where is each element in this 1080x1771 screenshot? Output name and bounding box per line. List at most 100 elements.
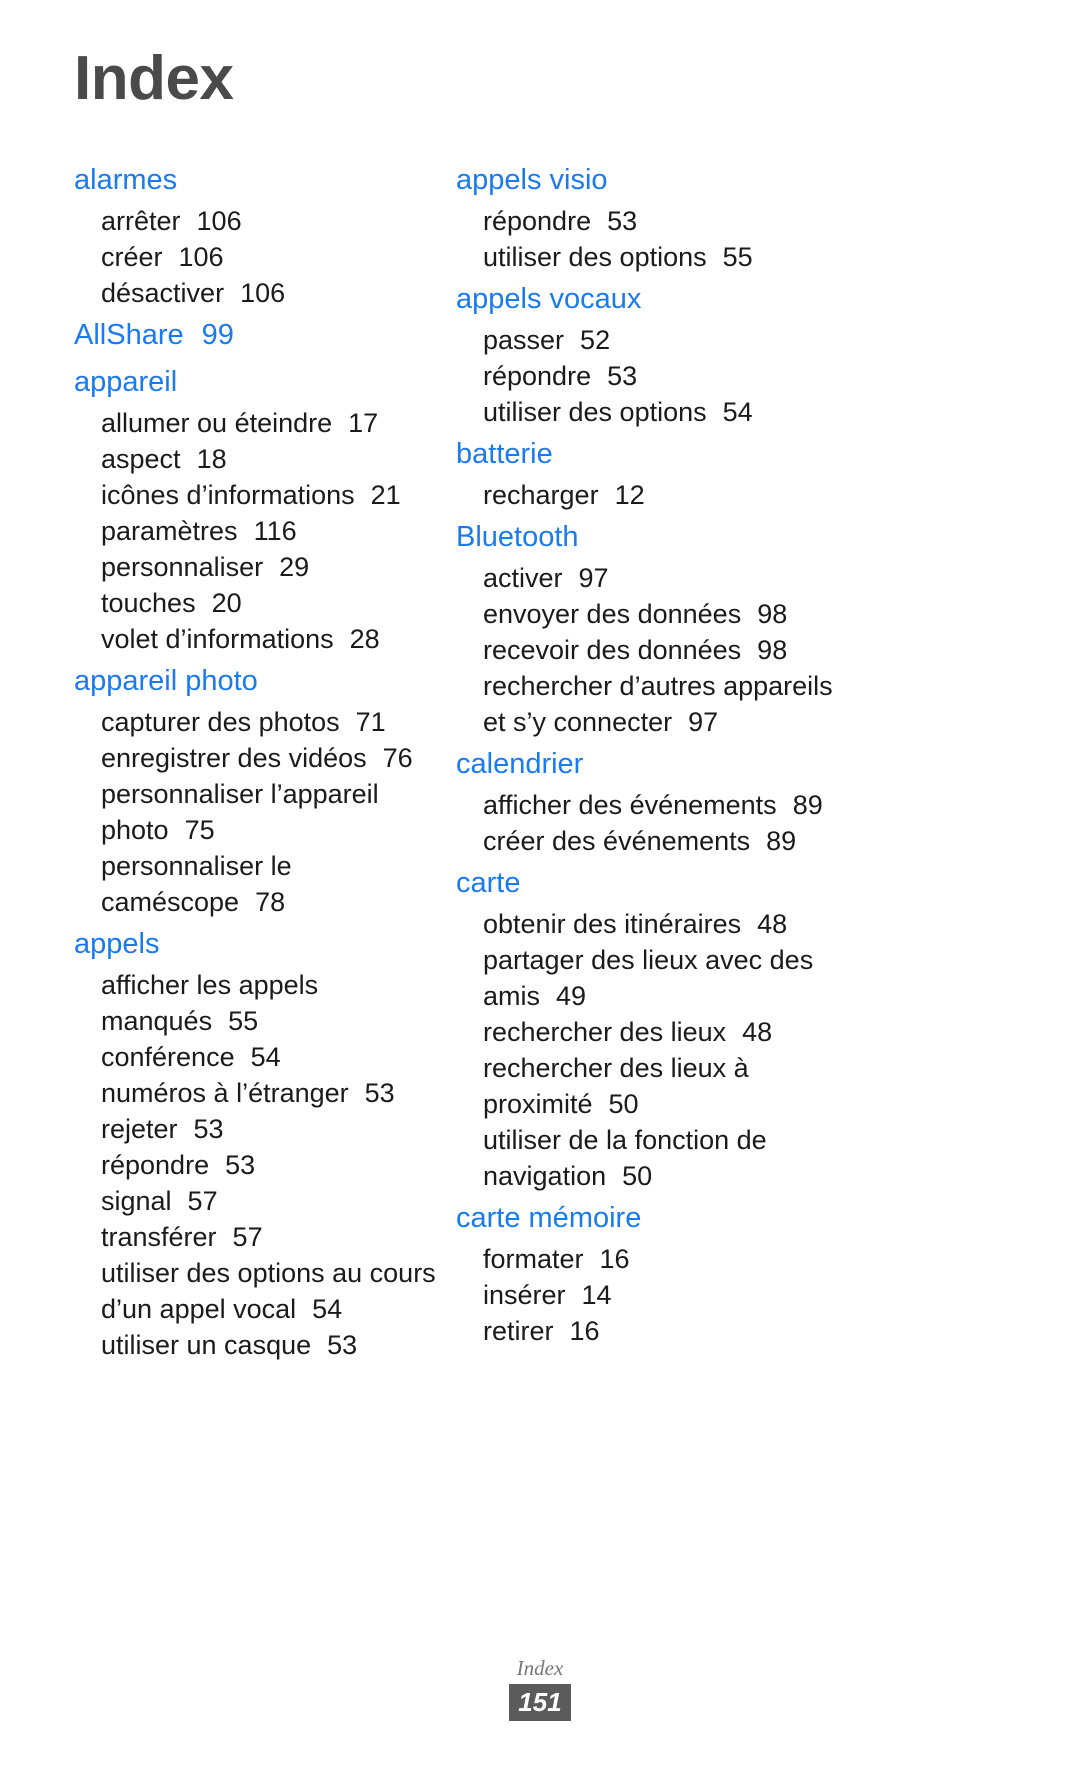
index-entry: AllShare 99 [74, 313, 430, 358]
index-subentry[interactable]: d’un appel vocal 54 [74, 1291, 430, 1327]
index-subentry-label: créer des événements [483, 826, 751, 856]
index-subentry-page: 49 [556, 981, 587, 1011]
index-subentry[interactable]: utiliser des options au cours [74, 1255, 436, 1291]
index-entry-term[interactable]: carte [456, 861, 860, 906]
index-subentry-list: afficher les appels manqués 55 conférence 54… [74, 967, 436, 1363]
index-subentry-label: manqués [101, 1006, 213, 1036]
index-subentry[interactable]: conférence 54 [74, 1039, 430, 1075]
index-subentry[interactable]: rechercher des lieux à [456, 1050, 860, 1086]
index-subentry-page: 12 [614, 480, 645, 510]
index-entry: Bluetooth activer 97 envoyer des données 98 r… [456, 515, 860, 740]
index-subentry-page: 116 [253, 516, 297, 546]
index-entry-term-label: alarmes [74, 164, 178, 196]
index-subentry-page: 18 [196, 444, 227, 474]
index-subentry-label: personnaliser l’appareil [101, 779, 379, 809]
index-subentry-page: 98 [757, 599, 788, 629]
index-subentry[interactable]: utiliser des options 54 [456, 394, 860, 430]
index-entry-term[interactable]: appareil [74, 360, 430, 405]
index-subentry[interactable]: afficher les appels [74, 967, 430, 1003]
index-subentry[interactable]: utiliser un casque 53 [74, 1327, 430, 1363]
index-subentry[interactable]: activer 97 [456, 560, 860, 596]
index-subentry[interactable]: icônes d’informations 21 [74, 477, 430, 513]
index-subentry[interactable]: recevoir des données 98 [456, 632, 860, 668]
index-subentry-label: d’un appel vocal [101, 1294, 297, 1324]
index-subentry[interactable]: rechercher d’autres appareils [456, 668, 860, 704]
index-subentry-list: répondre 53 utiliser des options 55 [456, 203, 860, 275]
index-subentry[interactable]: caméscope 78 [74, 884, 430, 920]
index-subentry-label: rechercher des lieux [483, 1017, 727, 1047]
index-entry-term[interactable]: batterie [456, 432, 860, 477]
index-subentry[interactable]: insérer 14 [456, 1277, 860, 1313]
index-subentry[interactable]: photo 75 [74, 812, 430, 848]
index-subentry[interactable]: partager des lieux avec des [456, 942, 860, 978]
index-entry-term[interactable]: Bluetooth [456, 515, 860, 560]
index-subentry[interactable]: envoyer des données 98 [456, 596, 860, 632]
index-subentry[interactable]: répondre 53 [456, 203, 860, 239]
index-subentry[interactable]: paramètres 116 [74, 513, 430, 549]
footer-label: Index [516, 1656, 564, 1680]
index-subentry[interactable]: obtenir des itinéraires 48 [456, 906, 860, 942]
index-subentry[interactable]: signal 57 [74, 1183, 430, 1219]
index-subentry-page: 106 [178, 242, 224, 272]
index-subentry[interactable]: rechercher des lieux 48 [456, 1014, 860, 1050]
index-entry-term[interactable]: appels visio [456, 158, 860, 203]
index-subentry-label: proximité [483, 1089, 593, 1119]
index-subentry[interactable]: arrêter 106 [74, 203, 430, 239]
index-entry-term[interactable]: appels [74, 922, 430, 967]
index-entry-term[interactable]: appareil photo [74, 659, 430, 704]
index-subentry-page: 17 [348, 408, 379, 438]
index-subentry[interactable]: touches 20 [74, 585, 430, 621]
index-subentry-label: envoyer des données [483, 599, 742, 629]
index-entry-term[interactable]: appels vocaux [456, 277, 860, 322]
index-entry: appareil photo capturer des photos 71 enreg… [74, 659, 430, 920]
index-subentry[interactable]: répondre 53 [74, 1147, 430, 1183]
index-subentry[interactable]: volet d’informations 28 [74, 621, 430, 657]
index-subentry[interactable]: utiliser de la fonction de [456, 1122, 860, 1158]
index-subentry[interactable]: rejeter 53 [74, 1111, 430, 1147]
index-subentry-label: rechercher d’autres appareils [483, 671, 833, 701]
index-subentry[interactable]: créer 106 [74, 239, 430, 275]
index-subentry[interactable]: répondre 53 [456, 358, 860, 394]
index-subentry-label: formater [483, 1244, 584, 1274]
index-subentry[interactable]: manqués 55 [74, 1003, 430, 1039]
index-subentry-page: 53 [327, 1330, 358, 1360]
index-subentry[interactable]: enregistrer des vidéos 76 [74, 740, 430, 776]
index-subentry-page: 53 [607, 361, 638, 391]
index-subentry[interactable]: formater 16 [456, 1241, 860, 1277]
index-subentry[interactable]: personnaliser le [74, 848, 430, 884]
index-entry: appels visio répondre 53 utiliser des optio… [456, 158, 860, 275]
index-subentry-page: 57 [232, 1222, 263, 1252]
index-entry-term[interactable]: AllShare 99 [74, 313, 430, 358]
index-subentry-label: utiliser des options [483, 242, 707, 272]
index-subentry[interactable]: afficher des événements 89 [456, 787, 860, 823]
index-subentry[interactable]: et s’y connecter 97 [456, 704, 860, 740]
right-column: appels visio répondre 53 utiliser des optio… [430, 158, 860, 1351]
index-subentry-label: désactiver [101, 278, 225, 308]
index-subentry[interactable]: proximité 50 [456, 1086, 860, 1122]
index-subentry[interactable]: amis 49 [456, 978, 860, 1014]
index-subentry[interactable]: personnaliser l’appareil [74, 776, 430, 812]
index-subentry[interactable]: numéros à l’étranger 53 [74, 1075, 430, 1111]
index-subentry[interactable]: recharger 12 [456, 477, 860, 513]
index-subentry[interactable]: retirer 16 [456, 1313, 860, 1349]
index-entry-term-label: carte [456, 867, 521, 899]
index-subentry[interactable]: aspect 18 [74, 441, 430, 477]
index-subentry[interactable]: désactiver 106 [74, 275, 430, 311]
index-subentry-page: 106 [196, 206, 242, 236]
index-entry-term[interactable]: carte mémoire [456, 1196, 860, 1241]
index-entry: carte obtenir des itinéraires 48 partager d… [456, 861, 860, 1194]
index-subentry-page: 52 [580, 325, 611, 355]
index-subentry[interactable]: personnaliser 29 [74, 549, 430, 585]
index-entry-term[interactable]: calendrier [456, 742, 860, 787]
index-subentry[interactable]: créer des événements 89 [456, 823, 860, 859]
index-subentry[interactable]: utiliser des options 55 [456, 239, 860, 275]
index-subentry[interactable]: capturer des photos 71 [74, 704, 430, 740]
index-subentry-page: 54 [312, 1294, 343, 1324]
index-entry-term[interactable]: alarmes [74, 158, 430, 203]
index-subentry[interactable]: navigation 50 [456, 1158, 860, 1194]
index-subentry[interactable]: allumer ou éteindre 17 [74, 405, 430, 441]
index-subentry[interactable]: passer 52 [456, 322, 860, 358]
index-subentry[interactable]: transférer 57 [74, 1219, 430, 1255]
index-subentry-label: amis [483, 981, 541, 1011]
index-subentry-label: touches [101, 588, 196, 618]
